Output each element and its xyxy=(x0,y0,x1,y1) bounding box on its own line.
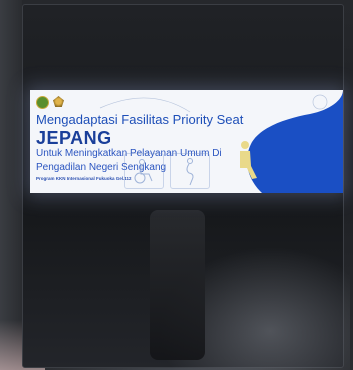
program-label: Program KKN Internasional Fukuoka Gel.11… xyxy=(36,176,132,181)
wall-left xyxy=(0,0,22,370)
pregnant-woman-icon xyxy=(170,153,210,189)
seated-person-icon xyxy=(240,141,257,179)
phone-reflection xyxy=(150,210,205,360)
banner-headline: JEPANG xyxy=(36,128,112,148)
logos xyxy=(36,96,64,109)
logo-crest-icon xyxy=(53,96,64,107)
banner-title: Mengadaptasi Fasilitas Priority Seat xyxy=(36,112,244,127)
banner: Mengadaptasi Fasilitas Priority Seat JEP… xyxy=(30,90,343,193)
logo-emblem-icon xyxy=(36,96,49,109)
wheelchair-icon xyxy=(124,153,164,189)
